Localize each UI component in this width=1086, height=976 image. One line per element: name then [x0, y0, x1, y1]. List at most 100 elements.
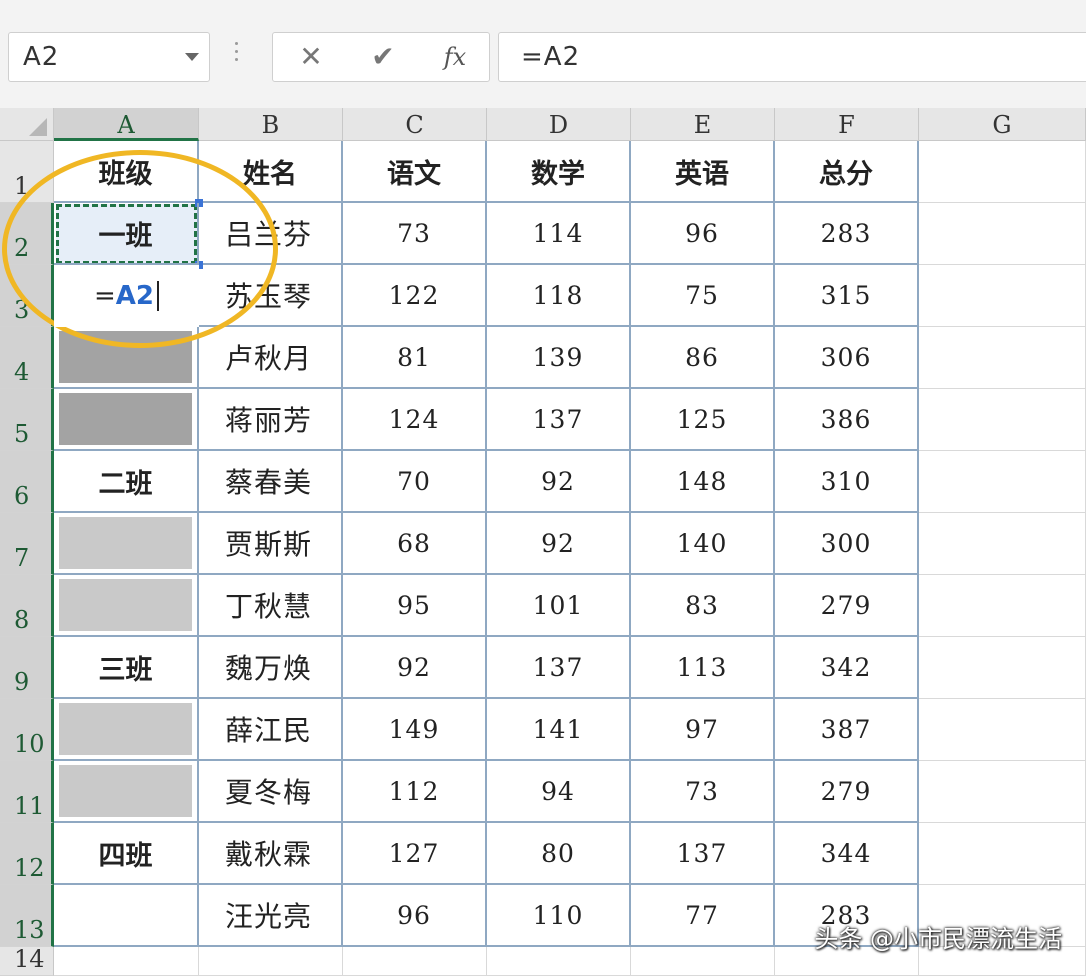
- empty-cell[interactable]: [919, 451, 1086, 513]
- empty-cell[interactable]: [919, 513, 1086, 575]
- score-cell[interactable]: 344: [775, 823, 919, 885]
- empty-cell[interactable]: [199, 947, 343, 976]
- score-cell[interactable]: 73: [631, 761, 775, 823]
- empty-cell[interactable]: [919, 575, 1086, 637]
- empty-cell[interactable]: [919, 761, 1086, 823]
- empty-cell[interactable]: [54, 947, 199, 976]
- class-cell[interactable]: 三班: [54, 637, 199, 699]
- empty-cell[interactable]: [919, 389, 1086, 451]
- name-cell[interactable]: 戴秋霖: [199, 823, 343, 885]
- name-cell[interactable]: 魏万焕: [199, 637, 343, 699]
- score-cell[interactable]: 97: [631, 699, 775, 761]
- score-cell[interactable]: 300: [775, 513, 919, 575]
- empty-cell[interactable]: [919, 823, 1086, 885]
- score-cell[interactable]: 112: [343, 761, 487, 823]
- score-cell[interactable]: 75: [631, 265, 775, 327]
- name-cell[interactable]: 夏冬梅: [199, 761, 343, 823]
- class-cell[interactable]: [54, 513, 199, 575]
- name-cell[interactable]: 蔡春美: [199, 451, 343, 513]
- score-cell[interactable]: 342: [775, 637, 919, 699]
- name-cell[interactable]: 苏玉琴: [199, 265, 343, 327]
- score-cell[interactable]: 86: [631, 327, 775, 389]
- spreadsheet-grid[interactable]: A B C D E F G 1 2 3 4 5 6 7 8 9 10 11 12 13 14 班级 姓名 语文 数学 英语 总分 一班…: [0, 108, 1086, 976]
- score-cell[interactable]: 141: [487, 699, 631, 761]
- score-cell[interactable]: 137: [631, 823, 775, 885]
- name-cell[interactable]: 贾斯斯: [199, 513, 343, 575]
- class-cell[interactable]: [54, 885, 199, 947]
- class-cell[interactable]: [54, 761, 199, 823]
- score-cell[interactable]: 306: [775, 327, 919, 389]
- cancel-icon[interactable]: ✕: [283, 38, 339, 76]
- score-cell[interactable]: 113: [631, 637, 775, 699]
- row-header-10[interactable]: 10: [0, 699, 54, 761]
- empty-cell[interactable]: [487, 947, 631, 976]
- row-header-14[interactable]: 14: [0, 945, 54, 976]
- score-cell[interactable]: 95: [343, 575, 487, 637]
- row-header-12[interactable]: 12: [0, 823, 54, 885]
- name-cell[interactable]: 汪光亮: [199, 885, 343, 947]
- empty-cell[interactable]: [919, 265, 1086, 327]
- score-cell[interactable]: 149: [343, 699, 487, 761]
- chevron-down-icon[interactable]: [185, 53, 199, 61]
- header-cell[interactable]: 姓名: [199, 141, 343, 203]
- score-cell[interactable]: 110: [487, 885, 631, 947]
- header-cell[interactable]: 班级: [54, 141, 199, 203]
- row-header-8[interactable]: 8: [0, 575, 54, 637]
- score-cell[interactable]: 96: [343, 885, 487, 947]
- row-header-11[interactable]: 11: [0, 761, 54, 823]
- score-cell[interactable]: 73: [343, 203, 487, 265]
- score-cell[interactable]: 80: [487, 823, 631, 885]
- insert-function-icon[interactable]: fx: [427, 38, 483, 76]
- class-cell[interactable]: 一班: [54, 203, 199, 265]
- row-header-7[interactable]: 7: [0, 513, 54, 575]
- score-cell[interactable]: 125: [631, 389, 775, 451]
- score-cell[interactable]: 92: [343, 637, 487, 699]
- score-cell[interactable]: 92: [487, 513, 631, 575]
- empty-cell[interactable]: [631, 947, 775, 976]
- score-cell[interactable]: 101: [487, 575, 631, 637]
- score-cell[interactable]: 77: [631, 885, 775, 947]
- drag-handle-icon[interactable]: [235, 42, 239, 70]
- score-cell[interactable]: 81: [343, 327, 487, 389]
- score-cell[interactable]: 118: [487, 265, 631, 327]
- empty-cell[interactable]: [919, 141, 1086, 203]
- score-cell[interactable]: 315: [775, 265, 919, 327]
- name-cell[interactable]: 吕兰芬: [199, 203, 343, 265]
- row-header-5[interactable]: 5: [0, 389, 54, 451]
- name-cell[interactable]: 蒋丽芳: [199, 389, 343, 451]
- score-cell[interactable]: 124: [343, 389, 487, 451]
- score-cell[interactable]: 114: [487, 203, 631, 265]
- formula-input[interactable]: =A2: [498, 32, 1086, 82]
- column-header-b[interactable]: B: [199, 108, 343, 141]
- score-cell[interactable]: 70: [343, 451, 487, 513]
- select-all-button[interactable]: [0, 108, 54, 141]
- score-cell[interactable]: 283: [775, 203, 919, 265]
- score-cell[interactable]: 137: [487, 637, 631, 699]
- score-cell[interactable]: 310: [775, 451, 919, 513]
- score-cell[interactable]: 137: [487, 389, 631, 451]
- row-header-4[interactable]: 4: [0, 327, 54, 389]
- column-header-e[interactable]: E: [631, 108, 775, 141]
- column-header-f[interactable]: F: [775, 108, 919, 141]
- empty-cell[interactable]: [919, 203, 1086, 265]
- score-cell[interactable]: 386: [775, 389, 919, 451]
- score-cell[interactable]: 279: [775, 761, 919, 823]
- score-cell[interactable]: 148: [631, 451, 775, 513]
- empty-cell[interactable]: [919, 699, 1086, 761]
- score-cell[interactable]: 83: [631, 575, 775, 637]
- header-cell[interactable]: 英语: [631, 141, 775, 203]
- row-header-1[interactable]: 1: [0, 141, 54, 203]
- name-cell[interactable]: 薛江民: [199, 699, 343, 761]
- header-cell[interactable]: 总分: [775, 141, 919, 203]
- empty-cell[interactable]: [919, 637, 1086, 699]
- row-header-9[interactable]: 9: [0, 637, 54, 699]
- score-cell[interactable]: 140: [631, 513, 775, 575]
- header-cell[interactable]: 语文: [343, 141, 487, 203]
- score-cell[interactable]: 279: [775, 575, 919, 637]
- class-cell[interactable]: [54, 327, 199, 389]
- class-cell[interactable]: [54, 699, 199, 761]
- enter-icon[interactable]: ✔: [355, 38, 411, 76]
- class-cell[interactable]: 二班: [54, 451, 199, 513]
- score-cell[interactable]: 122: [343, 265, 487, 327]
- score-cell[interactable]: 92: [487, 451, 631, 513]
